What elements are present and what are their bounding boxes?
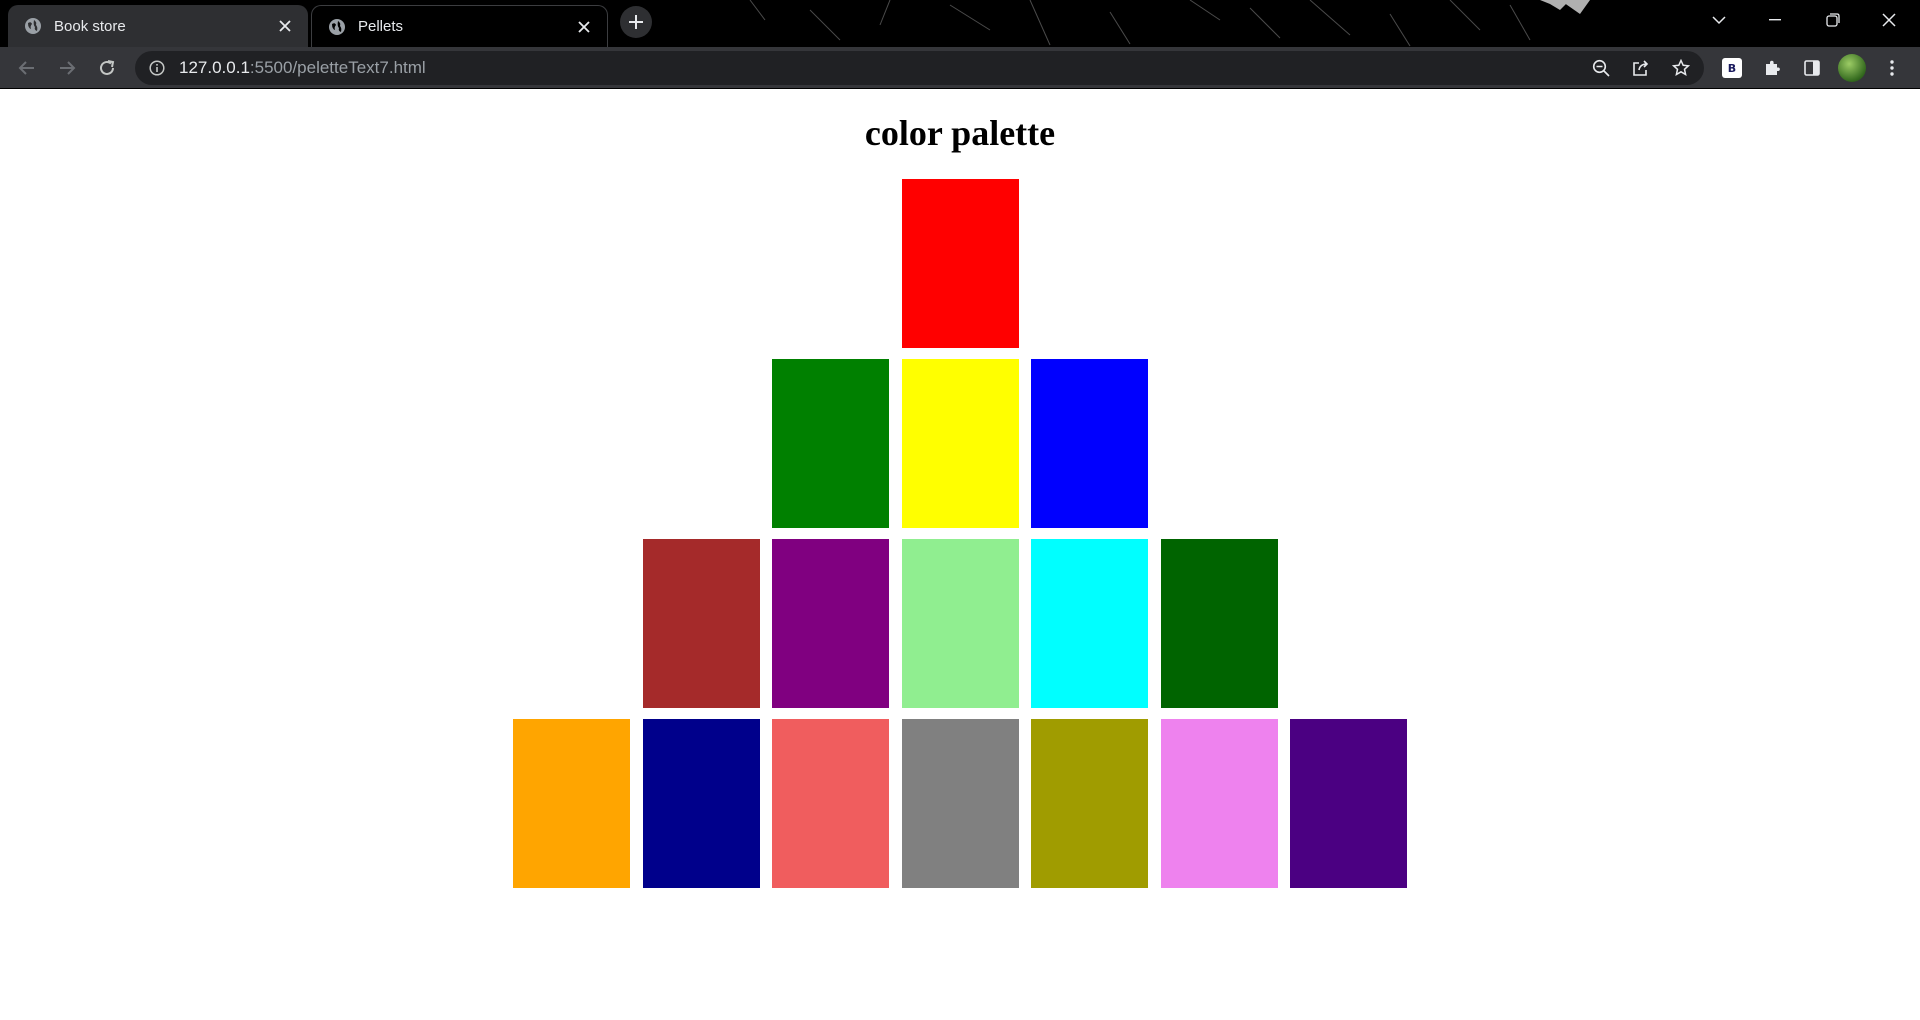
theme-background-image [749, 0, 1590, 47]
color-swatch [901, 359, 1019, 528]
page-title: color palette [864, 113, 1056, 153]
share-icon [1633, 60, 1649, 76]
page-viewport: color palette [0, 89, 1920, 1020]
extension-b-icon: B [1722, 58, 1742, 78]
globe-icon [24, 17, 42, 35]
puzzle-icon [1766, 60, 1780, 75]
extension-b-button[interactable]: B [1718, 54, 1746, 82]
color-swatch [772, 359, 889, 528]
color-swatch [1160, 539, 1278, 708]
extensions-button[interactable] [1758, 54, 1786, 82]
color-swatch [772, 719, 889, 888]
url-text: 127.0.0.1:5500/peletteText7.html [179, 58, 426, 78]
restore-icon [1826, 13, 1840, 27]
browser-toolbar: 127.0.0.1:5500/peletteText7.html B [0, 47, 1920, 88]
color-swatch [642, 719, 760, 888]
zoom-out-icon [1592, 59, 1610, 77]
close-tab-icon[interactable] [276, 17, 294, 35]
color-swatch [901, 539, 1019, 708]
color-swatch [1031, 719, 1148, 888]
minimize-icon [1769, 19, 1781, 21]
close-tab-icon[interactable] [575, 18, 593, 36]
color-swatch [1031, 359, 1148, 528]
forward-button[interactable] [51, 52, 83, 84]
close-window-button[interactable] [1866, 0, 1912, 40]
color-swatch [1290, 719, 1407, 888]
star-icon [1672, 59, 1690, 77]
minimize-button[interactable] [1752, 0, 1798, 40]
tab-title: Book store [54, 17, 126, 35]
tab-search-button[interactable] [1696, 0, 1742, 40]
color-swatch [901, 179, 1019, 348]
bookmark-button[interactable] [1667, 54, 1695, 82]
tab-pellets[interactable]: Pellets [311, 5, 608, 47]
color-swatch [1031, 539, 1148, 708]
color-swatch [513, 719, 630, 888]
avatar [1838, 54, 1866, 82]
color-swatch [1160, 719, 1278, 888]
reload-icon [100, 60, 115, 75]
color-swatch [642, 539, 760, 708]
color-swatch [901, 719, 1019, 888]
side-panel-icon [1804, 60, 1820, 76]
plus-icon [629, 15, 643, 29]
chevron-down-icon [1712, 16, 1726, 25]
arrow-right-icon [60, 61, 76, 75]
tab-book-store[interactable]: Book store [8, 5, 308, 47]
color-swatch [772, 539, 889, 708]
close-icon [1882, 13, 1896, 27]
tab-title: Pellets [358, 18, 404, 35]
tab-strip: Book store Pellets [0, 0, 1920, 47]
url-host: 127.0.0.1 [179, 58, 250, 77]
globe-icon [328, 18, 346, 36]
profile-button[interactable] [1838, 54, 1866, 82]
address-bar[interactable]: 127.0.0.1:5500/peletteText7.html [135, 51, 1704, 85]
new-tab-button[interactable] [620, 6, 652, 38]
side-panel-button[interactable] [1798, 54, 1826, 82]
kebab-menu-icon [1890, 60, 1894, 76]
menu-button[interactable] [1878, 54, 1906, 82]
url-path: :5500/peletteText7.html [249, 58, 426, 77]
zoom-button[interactable] [1587, 54, 1615, 82]
reload-button[interactable] [91, 52, 123, 84]
arrow-left-icon [18, 61, 34, 75]
back-button[interactable] [11, 52, 43, 84]
share-button[interactable] [1627, 54, 1655, 82]
restore-button[interactable] [1810, 0, 1856, 40]
info-icon[interactable] [149, 60, 165, 76]
